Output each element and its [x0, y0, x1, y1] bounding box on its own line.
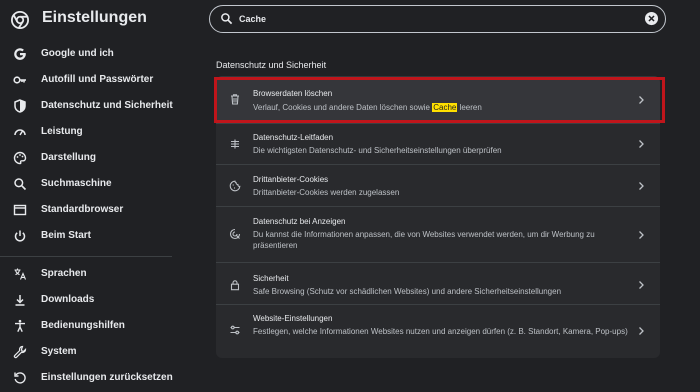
sidebar-item-label: Suchmaschine	[41, 178, 112, 189]
row-clear-browsing-data[interactable]: Browserdaten löschen Verlauf, Cookies un…	[216, 76, 660, 122]
chevron-right-icon	[639, 182, 644, 190]
sidebar-item-on-startup[interactable]: Beim Start	[0, 224, 172, 250]
trash-icon	[229, 93, 241, 105]
clear-search-icon[interactable]	[644, 11, 659, 26]
chevron-right-icon	[639, 281, 644, 289]
chevron-right-icon	[639, 231, 644, 239]
sidebar-item-label: Einstellungen zurücksetzen	[41, 372, 173, 383]
row-title: Website-Einstellungen	[253, 314, 333, 323]
accessibility-icon	[13, 319, 27, 333]
row-description: Die wichtigsten Datenschutz- und Sicherh…	[253, 146, 502, 155]
row-divider	[216, 304, 660, 305]
section-title: Datenschutz und Sicherheit	[216, 60, 327, 70]
translate-icon	[13, 267, 27, 281]
search-box	[209, 5, 666, 33]
row-security[interactable]: Sicherheit Safe Browsing (Schutz vor sch…	[216, 262, 660, 304]
row-description: Festlegen, welche Informationen Websites…	[253, 327, 628, 336]
sidebar-item-label: Google und ich	[41, 48, 114, 59]
row-description: Verlauf, Cookies und andere Daten lösche…	[253, 102, 482, 113]
chevron-right-icon	[639, 327, 644, 335]
sidebar-item-label: Darstellung	[41, 152, 97, 163]
sidebar-item-label: Downloads	[41, 294, 95, 305]
sidebar-item-autofill[interactable]: Autofill und Passwörter	[0, 68, 172, 94]
sidebar-item-reset[interactable]: Einstellungen zurücksetzen	[0, 366, 173, 392]
search-icon	[221, 13, 233, 25]
row-title: Drittanbieter-Cookies	[253, 175, 329, 184]
row-divider	[216, 262, 660, 263]
sidebar-item-label: Leistung	[41, 126, 83, 137]
row-site-settings[interactable]: Website-Einstellungen Festlegen, welche …	[216, 304, 660, 358]
row-divider	[216, 164, 660, 165]
sidebar-item-label: Datenschutz und Sicherheit	[41, 100, 173, 111]
key-icon	[13, 73, 27, 87]
sidebar-divider	[0, 256, 172, 257]
row-description: Safe Browsing (Schutz vor schädlichen We…	[253, 287, 562, 296]
sidebar-item-label: Autofill und Passwörter	[41, 74, 154, 85]
row-title: Browserdaten löschen	[253, 89, 333, 98]
row-title: Datenschutz-Leitfaden	[253, 133, 334, 142]
speedometer-icon	[13, 125, 27, 139]
row-ad-privacy[interactable]: Datenschutz bei Anzeigen Du kannst die I…	[216, 206, 660, 262]
sidebar-item-label: System	[41, 346, 77, 357]
sidebar-item-downloads[interactable]: Downloads	[0, 288, 172, 314]
chrome-logo-icon	[11, 11, 29, 29]
row-description: Du kannst die Informationen anpassen, di…	[253, 230, 595, 250]
row-divider	[216, 123, 660, 124]
app-header: Einstellungen	[0, 0, 172, 40]
sidebar-item-google[interactable]: Google und ich	[0, 42, 172, 68]
row-description-text-end: leeren	[457, 103, 482, 112]
sidebar: Einstellungen Google und ich Autofill un…	[0, 0, 173, 392]
privacy-guide-icon	[229, 138, 241, 150]
chevron-right-icon	[639, 96, 644, 104]
search-icon	[13, 177, 27, 191]
sidebar-item-appearance[interactable]: Darstellung	[0, 146, 172, 172]
sidebar-item-label: Sprachen	[41, 268, 87, 279]
sliders-icon	[229, 324, 241, 336]
privacy-settings-card: Browserdaten löschen Verlauf, Cookies un…	[216, 76, 660, 358]
row-description-text: Verlauf, Cookies und andere Daten lösche…	[253, 103, 433, 112]
row-title: Sicherheit	[253, 274, 289, 283]
shield-icon	[13, 99, 27, 113]
row-privacy-guide[interactable]: Datenschutz-Leitfaden Die wichtigsten Da…	[216, 123, 660, 164]
sidebar-item-languages[interactable]: Sprachen	[0, 262, 172, 288]
sidebar-item-privacy[interactable]: Datenschutz und Sicherheit	[0, 94, 173, 120]
reset-icon	[13, 371, 27, 385]
power-icon	[13, 229, 27, 243]
row-third-party-cookies[interactable]: Drittanbieter-Cookies Drittanbieter-Cook…	[216, 164, 660, 206]
sidebar-item-accessibility[interactable]: Bedienungshilfen	[0, 314, 172, 340]
app-title: Einstellungen	[42, 9, 147, 26]
browser-icon	[13, 203, 27, 217]
google-icon	[13, 47, 27, 61]
sidebar-item-label: Bedienungshilfen	[41, 320, 125, 331]
sidebar-item-default-browser[interactable]: Standardbrowser	[0, 198, 172, 224]
sidebar-item-label: Beim Start	[41, 230, 92, 241]
search-input[interactable]	[239, 11, 619, 27]
sidebar-item-search-engine[interactable]: Suchmaschine	[0, 172, 172, 198]
sidebar-item-system[interactable]: System	[0, 340, 172, 366]
palette-icon	[13, 151, 27, 165]
sidebar-item-label: Standardbrowser	[41, 204, 124, 215]
cookie-icon	[229, 180, 241, 192]
ad-privacy-icon	[229, 228, 241, 240]
wrench-icon	[13, 345, 27, 359]
row-divider	[216, 206, 660, 207]
chevron-right-icon	[639, 140, 644, 148]
download-icon	[13, 293, 27, 307]
row-description: Drittanbieter-Cookies werden zugelassen	[253, 188, 400, 197]
lock-icon	[229, 279, 241, 291]
row-title: Datenschutz bei Anzeigen	[253, 217, 346, 226]
search-highlight: Cache	[432, 103, 458, 112]
sidebar-item-performance[interactable]: Leistung	[0, 120, 172, 146]
